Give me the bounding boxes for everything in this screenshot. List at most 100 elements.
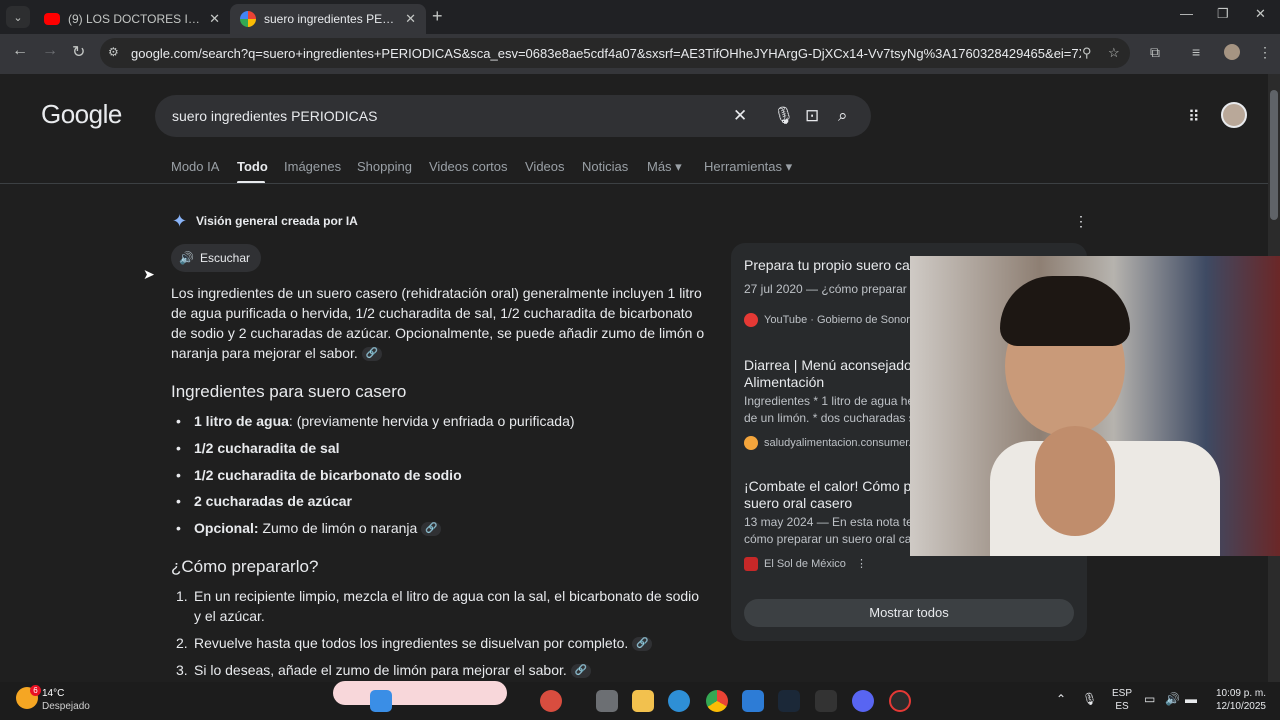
close-window-icon[interactable]: ✕ [1255, 6, 1266, 22]
youtube-icon [744, 313, 758, 327]
divider [0, 183, 1268, 184]
howto-heading: ¿Cómo prepararlo? [171, 557, 319, 576]
discord-icon[interactable] [852, 690, 874, 712]
tab-todo[interactable]: Todo [237, 159, 268, 174]
google-logo[interactable]: Google [41, 99, 122, 130]
scrollbar-thumb[interactable] [1270, 90, 1278, 220]
google-icon [240, 11, 256, 27]
profile-avatar[interactable] [1224, 44, 1240, 60]
show-all-button[interactable]: Mostrar todos [744, 599, 1074, 627]
more-options-icon[interactable]: ⋮ [1074, 213, 1088, 230]
site-favicon-icon [744, 436, 758, 450]
lens-search-icon[interactable]: ⊡ [805, 106, 819, 126]
tab-mas[interactable]: Más ▾ [647, 159, 682, 175]
url-text[interactable]: google.com/search?q=suero+ingredientes+P… [131, 46, 1081, 61]
tab-youtube[interactable]: (9) LOS DOCTORES INFLUENCERS ✕ [34, 4, 230, 34]
link-icon[interactable]: 🔗 [632, 637, 653, 652]
weather-description[interactable]: Despejado [42, 701, 90, 712]
fruit-app-icon[interactable] [540, 690, 562, 712]
extensions-icon[interactable]: ⧉ [1150, 44, 1160, 61]
ai-sparkle-icon: ✦ [172, 211, 188, 231]
site-favicon-icon [744, 557, 758, 572]
webcam-person-hands [1035, 426, 1115, 536]
list-item: 3. Si lo deseas, añade el zumo de limón p… [176, 660, 706, 680]
search-input[interactable]: suero ingredientes PERIODICAS [172, 108, 377, 124]
browser-toolbar: ← → ↻ ⚙ google.com/search?q=suero+ingred… [0, 34, 1280, 74]
ingredients-heading: Ingredientes para suero casero [171, 382, 407, 401]
chrome-icon[interactable] [706, 690, 728, 712]
forward-icon[interactable]: → [42, 42, 58, 60]
list-item: • 1 litro de agua: (previamente hervida y… [176, 413, 575, 429]
account-avatar[interactable] [1221, 102, 1247, 128]
search-box[interactable]: suero ingredientes PERIODICAS ✕ 🎙 ⊡ ⌕ [155, 95, 871, 137]
link-icon[interactable]: 🔗 [570, 664, 591, 679]
tab-modo-ia[interactable]: Modo IA [171, 159, 219, 174]
tab-videos-cortos[interactable]: Videos cortos [429, 159, 508, 174]
bookmark-star-icon[interactable]: ☆ [1108, 45, 1120, 61]
tab-noticias[interactable]: Noticias [582, 159, 628, 174]
reload-icon[interactable]: ↻ [72, 42, 85, 62]
battery-icon[interactable]: ▬ [1185, 692, 1197, 706]
location-icon[interactable]: ⚲ [1082, 45, 1092, 61]
browser-menu-icon[interactable]: ⋮ [1258, 44, 1272, 61]
tab-imagenes[interactable]: Imágenes [284, 159, 341, 174]
list-item: • 2 cucharadas de azúcar [176, 493, 352, 509]
back-icon[interactable]: ← [12, 42, 28, 60]
store-icon[interactable] [742, 690, 764, 712]
youtube-icon [44, 13, 60, 25]
address-bar[interactable]: ⚙ google.com/search?q=suero+ingredientes… [100, 38, 1130, 68]
link-icon[interactable]: 🔗 [361, 347, 382, 362]
listen-button[interactable]: 🔊 Escuchar [171, 244, 261, 272]
taskbar-search-overlay[interactable] [333, 681, 507, 705]
recording-app-icon[interactable] [889, 690, 911, 712]
source-site[interactable]: El Sol de México ⋮ [744, 557, 867, 572]
tab-google-search[interactable]: suero ingredientes PERIODICAS ✕ [230, 4, 426, 34]
site-info-icon[interactable]: ⚙ [108, 45, 119, 59]
steam-icon[interactable] [778, 690, 800, 712]
close-tab-icon[interactable]: ✕ [405, 11, 416, 27]
tab-title: (9) LOS DOCTORES INFLUENCERS [68, 12, 201, 26]
epic-games-icon[interactable] [815, 690, 837, 712]
webcam-person-hair [1000, 276, 1130, 346]
list-item: • 1/2 cucharadita de sal [176, 440, 340, 456]
list-item: 1. En un recipiente limpio, mezcla el lit… [176, 588, 700, 624]
media-control-icon[interactable]: ≡ [1192, 44, 1200, 60]
maximize-icon[interactable]: ❐ [1217, 6, 1229, 22]
tab-title: suero ingredientes PERIODICAS [264, 12, 397, 26]
volume-icon[interactable]: 🔊 [1165, 692, 1180, 706]
tab-search-chevron-icon[interactable]: ⌄ [6, 6, 30, 28]
edge-icon[interactable] [668, 690, 690, 712]
browser-tab-bar: ⌄ (9) LOS DOCTORES INFLUENCERS ✕ suero i… [0, 0, 1280, 34]
new-tab-icon[interactable]: + [432, 6, 443, 27]
weather-temperature[interactable]: 14°C [42, 688, 64, 699]
source-menu-icon[interactable]: ⋮ [856, 558, 867, 570]
minimize-icon[interactable]: — [1180, 6, 1193, 21]
list-item: • 1/2 cucharadita de bicarbonato de sodio [176, 467, 462, 483]
ai-overview-intro: Los ingredientes de un suero casero (reh… [171, 285, 705, 362]
notification-badge: 6 [30, 685, 41, 696]
language-indicator[interactable]: ESP ES [1112, 687, 1132, 713]
tab-shopping[interactable]: Shopping [357, 159, 412, 174]
task-view-icon[interactable] [596, 690, 618, 712]
tab-videos[interactable]: Videos [525, 159, 565, 174]
source-site[interactable]: saludyalimentacion.consumer.es [744, 436, 923, 450]
network-icon[interactable]: ▭ [1144, 692, 1155, 706]
ai-overview-title: Visión general creada por IA [196, 214, 358, 228]
source-site[interactable]: YouTube · Gobierno de Sonora [744, 313, 916, 327]
clear-search-icon[interactable]: ✕ [733, 106, 747, 126]
webcam-overlay [910, 256, 1280, 556]
listen-label: Escuchar [200, 251, 251, 265]
file-explorer-icon[interactable] [632, 690, 654, 712]
start-icon[interactable] [370, 690, 392, 712]
tab-herramientas[interactable]: Herramientas ▾ [704, 159, 792, 175]
google-apps-icon[interactable]: ⠿ [1188, 107, 1200, 127]
link-icon[interactable]: 🔗 [421, 522, 442, 537]
tray-overflow-icon[interactable]: ⌃ [1056, 692, 1066, 706]
windows-taskbar: 6 14°C Despejado ⌃ 🎙 ESP ES ▭ 🔊 ▬ 10:09 p… [0, 681, 1280, 720]
search-icon[interactable]: ⌕ [838, 106, 848, 126]
mouse-cursor-icon: ➤ [143, 266, 155, 282]
clock[interactable]: 10:09 p. m. 12/10/2025 [1208, 687, 1266, 713]
microphone-icon[interactable]: 🎙 [1082, 692, 1097, 706]
close-tab-icon[interactable]: ✕ [209, 11, 220, 27]
voice-search-icon[interactable]: 🎙 [773, 106, 795, 126]
